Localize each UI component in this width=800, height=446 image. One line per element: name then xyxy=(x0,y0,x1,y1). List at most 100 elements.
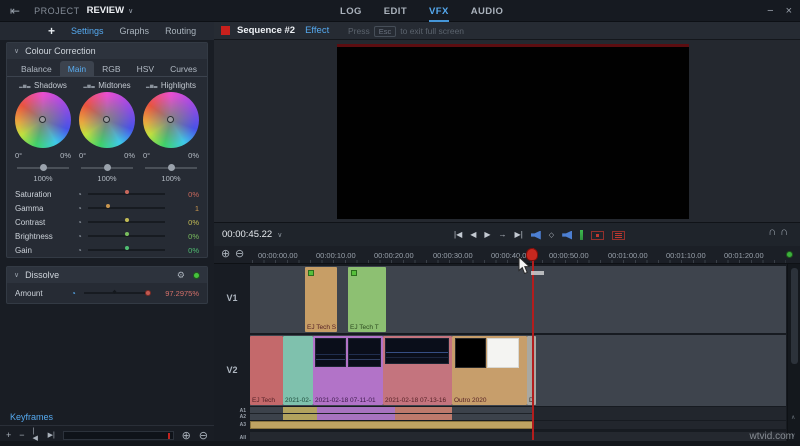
effect-tab[interactable]: Effect xyxy=(305,25,329,36)
timeline-clip[interactable]: 2021-02-18 07-11-01 xyxy=(313,336,383,405)
slider-knob[interactable] xyxy=(106,204,111,208)
colour-correction-header[interactable]: ∨ Colour Correction xyxy=(7,43,207,59)
slider-knob[interactable] xyxy=(168,164,175,171)
zoom-out-icon[interactable]: ⊖ xyxy=(199,429,208,442)
reset-clock-icon[interactable]: ◔ xyxy=(77,190,82,199)
contrast-slider[interactable] xyxy=(87,218,165,223)
luma-slider-highlights[interactable] xyxy=(145,164,197,171)
close-button[interactable]: × xyxy=(786,5,792,17)
wheel-puck[interactable] xyxy=(39,116,46,123)
step-back-button[interactable]: ◀ xyxy=(470,231,476,239)
timeline-clip[interactable]: EJ Tech S xyxy=(305,267,337,332)
slider-knob[interactable] xyxy=(124,232,129,236)
playhead-line[interactable] xyxy=(532,248,534,440)
add-effect-button[interactable]: + xyxy=(48,24,55,38)
audio-tracks-band[interactable] xyxy=(250,407,786,420)
reset-clock-icon[interactable]: ◔ xyxy=(77,218,82,227)
wheel-puck[interactable] xyxy=(167,116,174,123)
audio-segment[interactable] xyxy=(452,407,533,420)
track-label-a2[interactable]: A2 xyxy=(240,414,246,420)
amount-slider[interactable]: ◆ xyxy=(83,289,151,296)
reset-clock-icon[interactable]: ◔ xyxy=(77,204,82,213)
reset-clock-icon[interactable]: ◔ xyxy=(77,246,82,255)
headphones-icon[interactable]: ∩∩ xyxy=(768,226,792,238)
tab-edit[interactable]: EDIT xyxy=(384,0,407,22)
prev-keyframe-button[interactable]: |◀ xyxy=(33,428,40,442)
keyframe-playhead-tick[interactable] xyxy=(167,432,170,439)
exit-project-icon[interactable]: ⇤ xyxy=(10,5,20,17)
timecode-display[interactable]: 00:00:45.22 ∨ xyxy=(222,229,282,240)
step-forward-button[interactable]: → xyxy=(499,231,507,239)
audio-segment[interactable] xyxy=(250,407,283,420)
timeline-zoom-in-icon[interactable]: ⊕ xyxy=(221,249,230,260)
tab-balance[interactable]: Balance xyxy=(13,61,60,76)
scrollbar-thumb[interactable] xyxy=(791,268,798,364)
timeline-clip[interactable]: 2021-02-18 07-13-16 xyxy=(383,336,452,405)
slider-knob[interactable] xyxy=(144,289,151,296)
slider-knob[interactable] xyxy=(124,218,129,222)
zoom-in-icon[interactable]: ⊕ xyxy=(182,429,191,442)
track-label-a3[interactable]: A3 xyxy=(240,422,246,428)
timeline-clip[interactable]: EJ Tech T xyxy=(348,267,386,332)
scroll-up-icon[interactable]: ∧ xyxy=(791,414,795,421)
slider-knob[interactable] xyxy=(124,190,129,194)
gear-icon[interactable]: ⚙ xyxy=(177,270,185,281)
timeline-zoom-out-icon[interactable]: ⊖ xyxy=(235,249,244,260)
play-button[interactable]: ▶ xyxy=(484,231,490,239)
timeline-clip[interactable]: Outro 2020 xyxy=(452,336,527,405)
track-label-v2[interactable]: V2 xyxy=(214,365,250,375)
luma-slider-shadows[interactable] xyxy=(17,164,69,171)
tab-vfx[interactable]: VFX xyxy=(429,0,449,22)
tab-audio[interactable]: AUDIO xyxy=(471,0,504,22)
slider-knob[interactable] xyxy=(124,246,129,250)
audio-meter-icon[interactable] xyxy=(580,230,584,240)
sequence-title[interactable]: Sequence #2 xyxy=(237,25,295,36)
skip-start-button[interactable]: |◀ xyxy=(454,231,462,239)
color-wheel-shadows[interactable] xyxy=(15,92,71,148)
audio-segment[interactable] xyxy=(317,407,395,420)
timeline-clip[interactable]: EJ Tech xyxy=(250,336,283,405)
audio-segment[interactable] xyxy=(395,407,452,420)
video-frame[interactable] xyxy=(337,44,689,219)
audio-segment[interactable] xyxy=(283,407,317,420)
tab-routing[interactable]: Routing xyxy=(165,26,196,36)
overlay-toggle-icon[interactable] xyxy=(591,230,605,240)
project-name[interactable]: REVIEW xyxy=(87,5,124,16)
tab-curves[interactable]: Curves xyxy=(162,61,205,76)
brightness-slider[interactable] xyxy=(87,232,165,237)
audio-track-a3[interactable] xyxy=(250,421,786,429)
add-keyframe-button[interactable]: + xyxy=(6,430,11,440)
timeline-clip[interactable]: 2021-02- xyxy=(283,336,313,405)
timeline-scrollbar[interactable]: ∧ ∨ xyxy=(787,264,800,446)
track-label-v1[interactable]: V1 xyxy=(214,293,250,303)
slider-knob[interactable] xyxy=(104,164,111,171)
tab-graphs[interactable]: Graphs xyxy=(120,26,150,36)
reset-clock-icon[interactable]: ◔ xyxy=(77,232,82,241)
slider-knob[interactable] xyxy=(40,164,47,171)
dissolve-header[interactable]: ∨ Dissolve ⚙ xyxy=(7,267,207,283)
effect-enabled-led[interactable] xyxy=(193,271,200,279)
tab-rgb[interactable]: RGB xyxy=(94,61,128,76)
color-wheel-midtones[interactable] xyxy=(79,92,135,148)
tab-log[interactable]: LOG xyxy=(340,0,362,22)
timeline-ruler[interactable]: ⊕ ⊖ 00:00:00.00 00:00:10.00 00:00:20.00 … xyxy=(214,246,800,264)
next-keyframe-button[interactable]: ▶| xyxy=(48,432,55,439)
audio-segment[interactable] xyxy=(250,421,533,429)
tab-main[interactable]: Main xyxy=(59,61,95,76)
wheel-puck[interactable] xyxy=(103,116,110,123)
speaker-left-icon[interactable] xyxy=(530,230,541,240)
luma-slider-midtones[interactable] xyxy=(81,164,133,171)
color-wheel-highlights[interactable] xyxy=(143,92,199,148)
gamma-slider[interactable] xyxy=(87,204,165,209)
diamond-icon[interactable]: ◇ xyxy=(549,231,554,239)
tab-settings[interactable]: Settings xyxy=(71,26,104,36)
speaker-right-icon[interactable] xyxy=(562,230,573,240)
timecode-toggle-icon[interactable] xyxy=(612,230,626,240)
track-v1[interactable]: EJ Tech S EJ Tech T xyxy=(250,266,786,333)
track-v2[interactable]: EJ Tech 2021-02- 2021-02-18 07-11-01 202… xyxy=(250,335,786,406)
gain-slider[interactable] xyxy=(87,246,165,251)
skip-end-button[interactable]: ▶| xyxy=(515,231,523,239)
keyframe-strip[interactable] xyxy=(62,430,174,440)
remove-keyframe-button[interactable]: − xyxy=(19,430,24,440)
saturation-slider[interactable] xyxy=(87,190,165,195)
